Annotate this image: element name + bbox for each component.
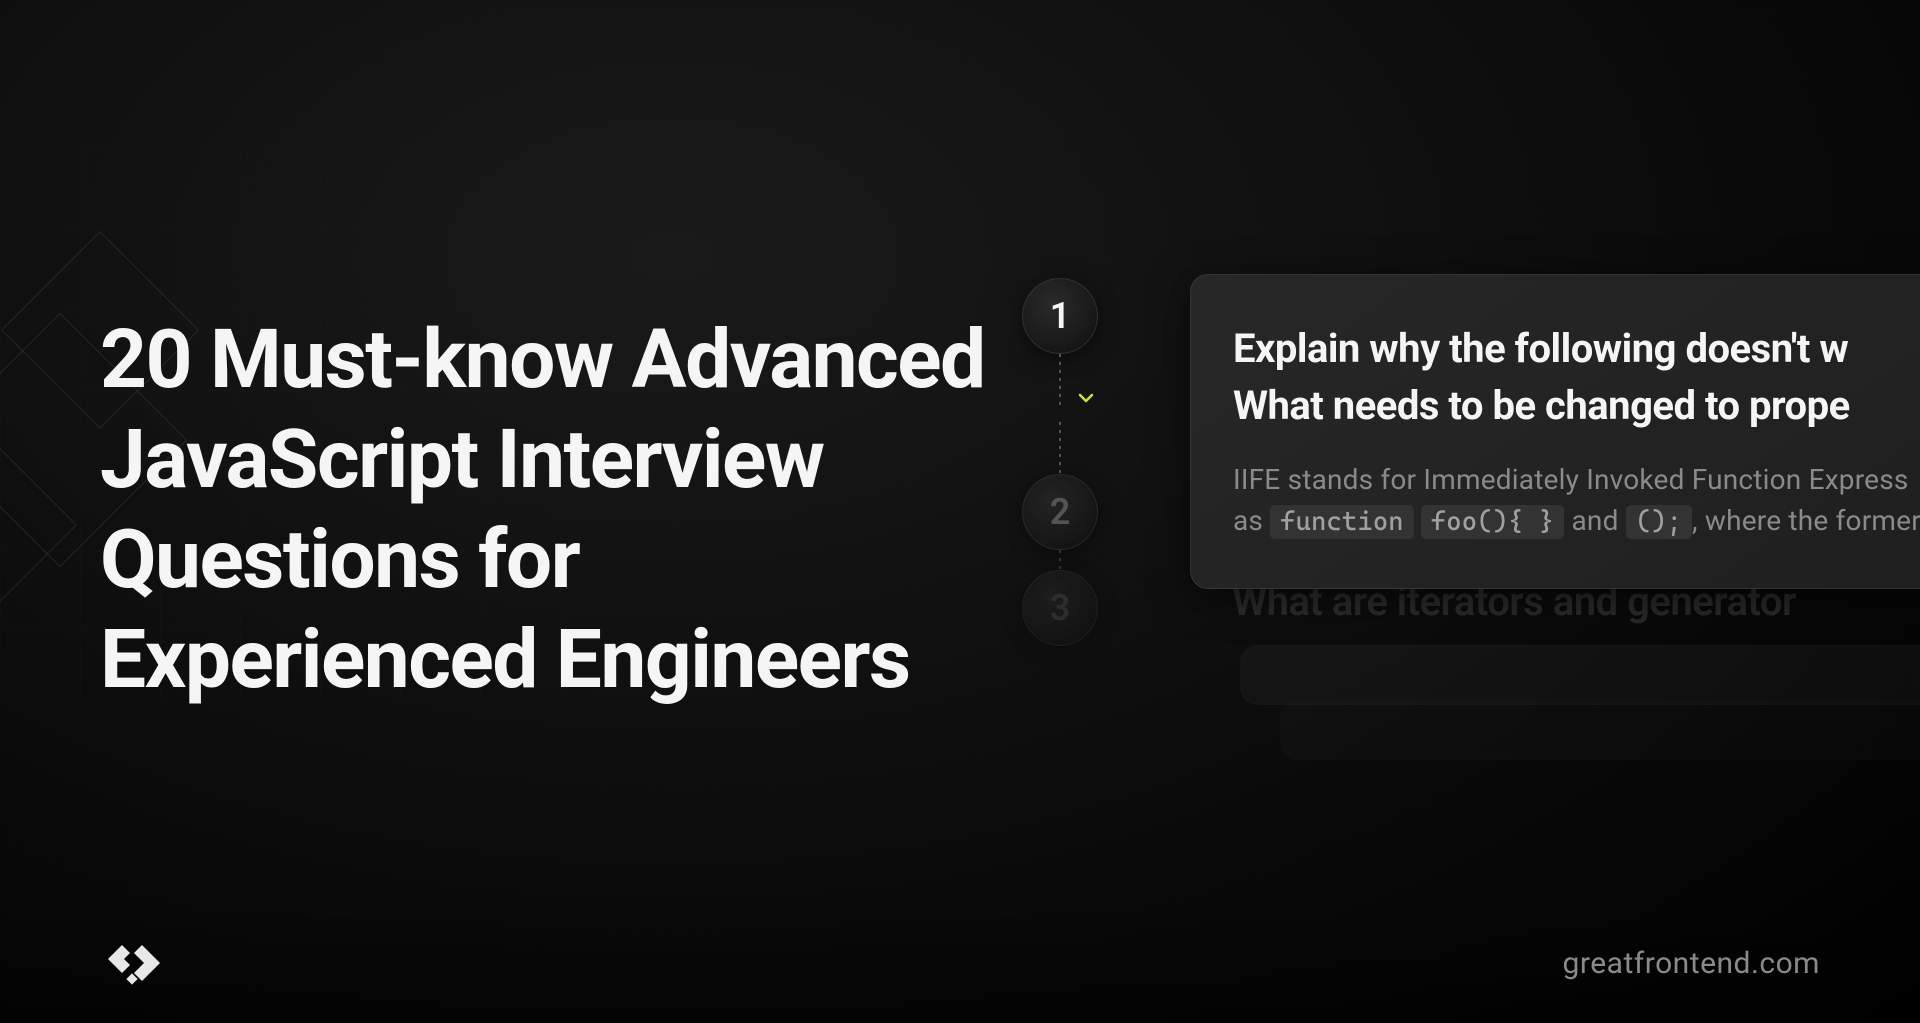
step-connector	[1059, 354, 1061, 406]
code-token: function	[1270, 505, 1413, 539]
site-url: greatfrontend.com	[1563, 946, 1821, 981]
answer-segment: and	[1564, 504, 1625, 537]
step-connector	[1059, 422, 1061, 474]
step-indicator: 1 2 3	[1022, 278, 1098, 646]
answer-segment: as	[1233, 504, 1270, 537]
answer-text: IIFE stands for Immediately Invoked Func…	[1233, 459, 1920, 542]
answer-segment: , where the former i	[1692, 504, 1920, 537]
step-3: 3	[1022, 570, 1098, 646]
code-token: foo(){ }	[1421, 505, 1564, 539]
question-card: Explain why the following doesn't w What…	[1190, 274, 1920, 589]
step-connector	[1059, 550, 1061, 570]
footer: greatfrontend.com	[0, 903, 1920, 1023]
answer-segment: IIFE stands for Immediately Invoked Func…	[1233, 463, 1909, 496]
question-line: What needs to be changed to prope	[1233, 382, 1850, 429]
step-2: 2	[1022, 474, 1098, 550]
stacked-card-bg	[1240, 645, 1920, 705]
decorative-square	[0, 433, 77, 617]
code-token: ();	[1626, 505, 1692, 539]
chevron-down-icon	[1074, 386, 1098, 414]
stacked-card-bg	[1280, 700, 1920, 760]
brand-logo-icon	[100, 939, 164, 987]
step-1: 1	[1022, 278, 1098, 354]
question-line: Explain why the following doesn't w	[1233, 325, 1848, 372]
page-title: 20 Must-know Advanced JavaScript Intervi…	[100, 310, 1000, 710]
question-text: Explain why the following doesn't w What…	[1233, 321, 1920, 435]
